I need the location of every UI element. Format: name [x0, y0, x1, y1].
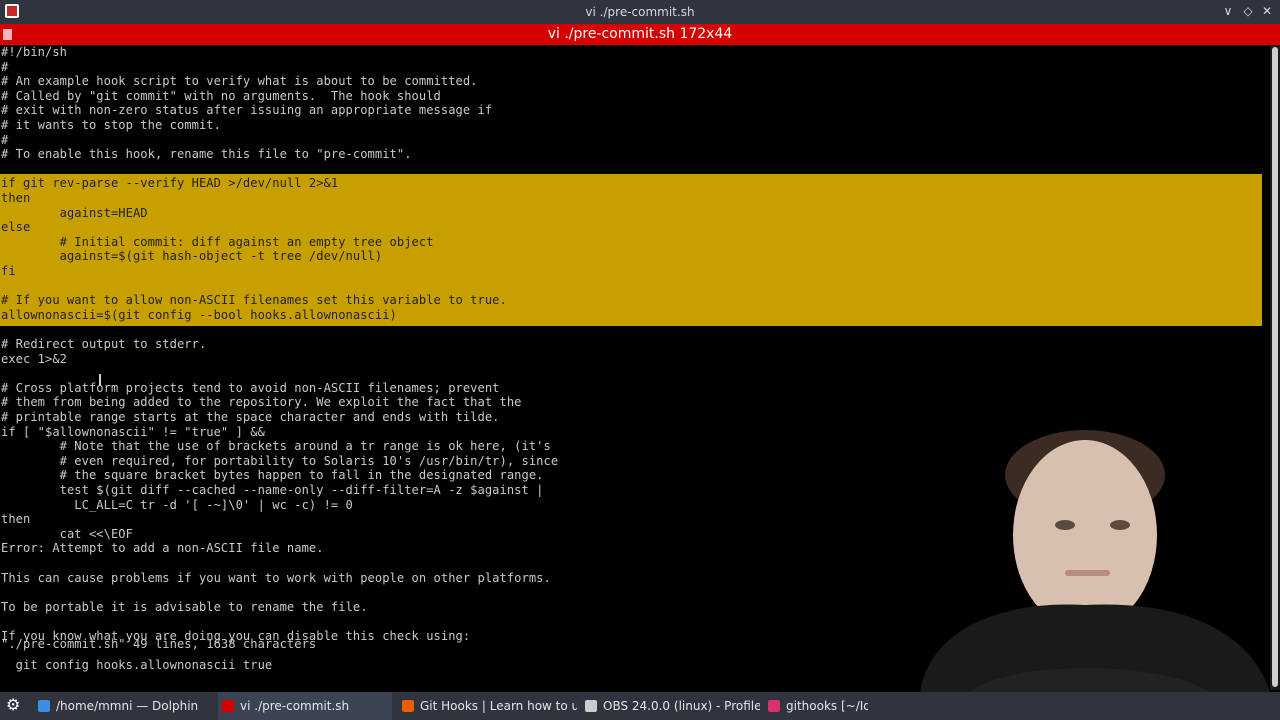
firefox-icon — [402, 700, 414, 712]
terminal-line: git config hooks.allownonascii true — [1, 658, 273, 673]
terminal-line: # it wants to stop the commit. — [1, 118, 221, 132]
obs-icon — [585, 700, 597, 712]
taskbar-item-label: OBS 24.0.0 (linux) - Profile: ... — [603, 699, 760, 713]
terminal-line: # Note that the use of brackets around a… — [1, 439, 551, 454]
tab-title: vi ./pre-commit.sh 172x44 — [547, 26, 733, 42]
terminal-line: # exit with non-zero status after issuin… — [1, 103, 493, 118]
terminal-line: fi — [1, 264, 16, 278]
maximize-icon[interactable]: ◇ — [1240, 3, 1256, 19]
terminal-line: Error: Attempt to add a non-ASCII file n… — [1, 541, 324, 556]
taskbar-item-label: Git Hooks | Learn how to us... — [420, 699, 577, 713]
taskbar-item-label: /home/mmni — Dolphin — [56, 699, 199, 713]
taskbar-item[interactable]: vi ./pre-commit.sh — [218, 692, 392, 720]
terminal-line: against=$(git hash-object -t tree /dev/n… — [1, 249, 383, 264]
terminal-line: # To enable this hook, rename this file … — [1, 147, 412, 162]
terminal-line: against=HEAD — [1, 205, 148, 220]
taskbar: ⚙ /home/mmni — Dolphin vi ./pre-commit.sh… — [0, 692, 1280, 720]
taskbar-item[interactable]: /home/mmni — Dolphin — [34, 692, 213, 720]
close-icon[interactable]: ✕ — [1259, 3, 1275, 19]
terminal-line: # Redirect output to stderr. — [1, 337, 207, 351]
taskbar-item[interactable]: githooks [~/Ide — [764, 692, 868, 720]
terminal-scrollbar[interactable] — [1270, 45, 1280, 690]
terminal-line: test $(git diff --cached --name-only --d… — [1, 483, 544, 497]
terminal-line: To be portable it is advisable to rename… — [1, 599, 368, 614]
terminal-line: #!/bin/sh — [1, 45, 67, 59]
scrollbar-thumb[interactable] — [1272, 47, 1278, 687]
minimize-icon[interactable]: ∨ — [1220, 3, 1236, 19]
terminal-line: # An example hook script to verify what … — [1, 74, 478, 89]
mouse-ibeam-cursor — [99, 374, 101, 386]
terminal-line: # Cross platform projects tend to avoid … — [1, 380, 500, 395]
terminal-line: if [ "$allownonascii" != "true" ] && — [1, 424, 265, 439]
taskbar-item-label: githooks [~/Ide — [786, 699, 868, 713]
terminal-line: # the square bracket bytes happen to fal… — [1, 468, 544, 483]
terminal-line: cat <<\EOF — [1, 526, 133, 541]
taskbar-item[interactable]: OBS 24.0.0 (linux) - Profile: ... — [581, 692, 760, 720]
terminal-line: then — [1, 512, 31, 527]
webcam-overlay — [860, 430, 1270, 692]
terminal-line: then — [1, 191, 31, 205]
terminal-line: exec 1>&2 — [1, 351, 67, 366]
terminal-line: # Called by "git commit" with no argumen… — [1, 88, 441, 103]
folder-icon — [38, 700, 50, 712]
terminal-line: # printable range starts at the space ch… — [1, 410, 500, 424]
terminal-icon — [222, 700, 234, 712]
terminal-line: if git rev-parse --verify HEAD >/dev/nul… — [1, 176, 339, 191]
ide-icon — [768, 700, 780, 712]
terminal-line: This can cause problems if you want to w… — [1, 570, 551, 585]
window-titlebar[interactable]: vi ./pre-commit.sh ∨ ◇ ✕ — [0, 0, 1280, 24]
window-title: vi ./pre-commit.sh — [585, 5, 695, 19]
terminal-line: # If you want to allow non-ASCII filenam… — [1, 293, 507, 308]
terminal-line: LC_ALL=C tr -d '[ -~]\0' | wc -c) != 0 — [1, 497, 353, 512]
terminal-line: # — [1, 59, 9, 74]
terminal-line: # even required, for portability to Sola… — [1, 453, 559, 468]
application-launcher-icon[interactable]: ⚙ — [6, 697, 22, 713]
terminal-tab-bar[interactable]: vi ./pre-commit.sh 172x44 — [0, 24, 1280, 45]
taskbar-item[interactable]: Git Hooks | Learn how to us... — [398, 692, 577, 720]
terminal-line: allownonascii=$(git config --bool hooks.… — [1, 307, 397, 322]
terminal-line: # — [1, 132, 9, 147]
terminal-line: # Initial commit: diff against an empty … — [1, 234, 434, 249]
taskbar-item-label: vi ./pre-commit.sh — [240, 699, 350, 713]
terminal-line: else — [1, 220, 31, 235]
terminal-line: "./pre-commit.sh" 49 lines, 1638 charact… — [1, 637, 317, 651]
terminal-line: # them from being added to the repositor… — [1, 395, 522, 410]
